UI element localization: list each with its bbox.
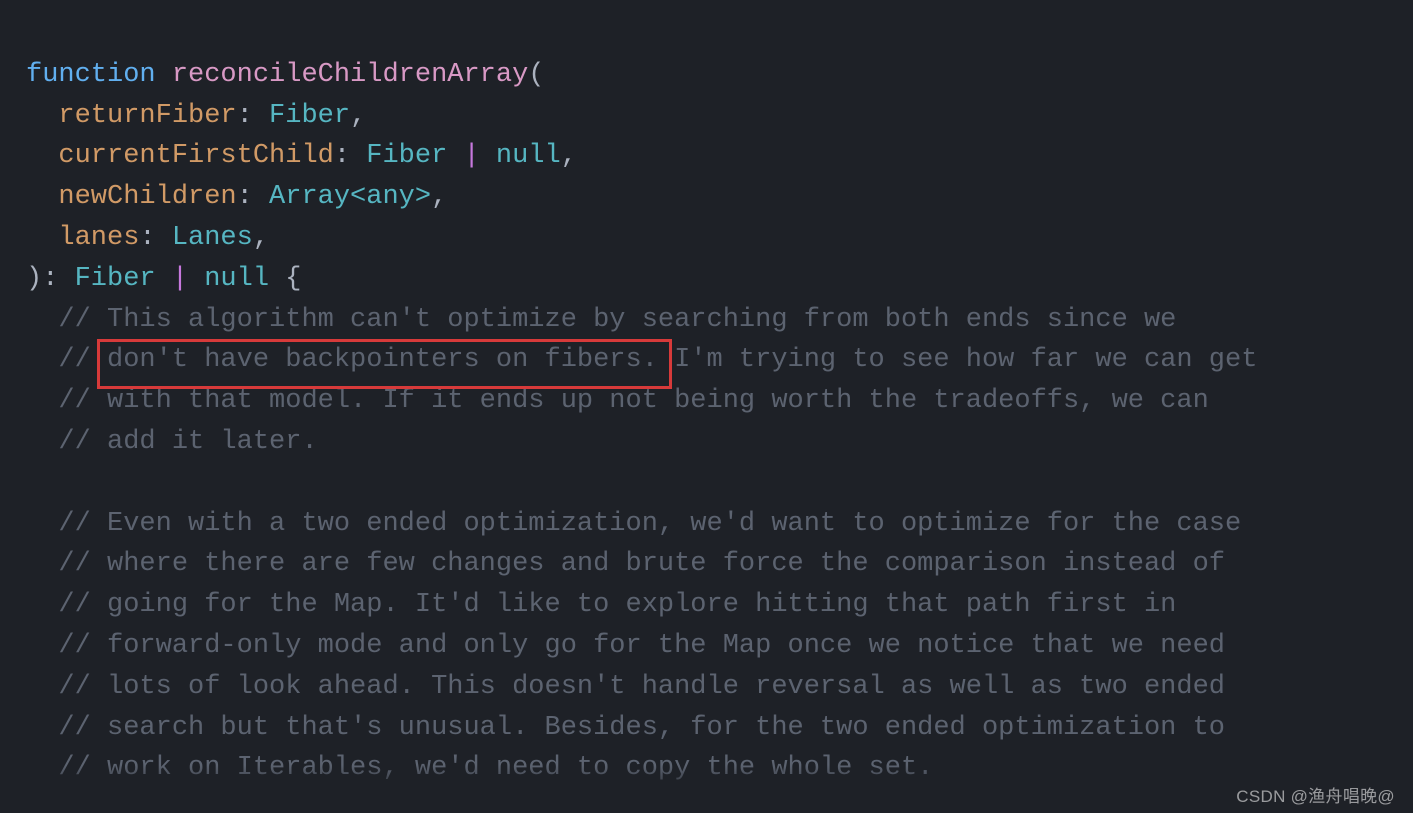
type-ref: Fiber [269, 101, 350, 131]
type-ref: null [496, 141, 561, 171]
return-type: Fiber [75, 264, 156, 294]
brace-open: { [285, 264, 301, 294]
keyword-function: function [26, 60, 156, 90]
param-name: newChildren [58, 182, 236, 212]
return-type: null [204, 264, 269, 294]
comment-line: // Even with a two ended optimization, w… [58, 509, 1241, 539]
function-name: reconcileChildrenArray [172, 60, 528, 90]
comment-line: // search but that's unusual. Besides, f… [58, 713, 1225, 743]
comment-line: // This algorithm can't optimize by sear… [58, 305, 1176, 335]
type-ref: Fiber [366, 141, 447, 171]
comment-line: // forward-only mode and only go for the… [58, 631, 1225, 661]
type-ref: Array<any> [269, 182, 431, 212]
highlighted-text: don't have backpointers on fibers. [107, 345, 658, 375]
comment-line: // going for the Map. It'd like to explo… [58, 590, 1176, 620]
type-ref: Lanes [172, 223, 253, 253]
comment-line: // work on Iterables, we'd need to copy … [58, 753, 933, 783]
param-name: currentFirstChild [58, 141, 333, 171]
comment-line: // add it later. [58, 427, 317, 457]
paren-close: ) [26, 264, 42, 294]
comment-line: // don't have backpointers on fibers. I'… [58, 345, 1257, 375]
param-name: returnFiber [58, 101, 236, 131]
comment-line: // with that model. If it ends up not be… [58, 386, 1208, 416]
param-name: lanes [58, 223, 139, 253]
comment-line: // where there are few changes and brute… [58, 549, 1225, 579]
comment-line: // lots of look ahead. This doesn't hand… [58, 672, 1225, 702]
code-block: function reconcileChildrenArray( returnF… [0, 0, 1413, 813]
paren-open: ( [528, 60, 544, 90]
